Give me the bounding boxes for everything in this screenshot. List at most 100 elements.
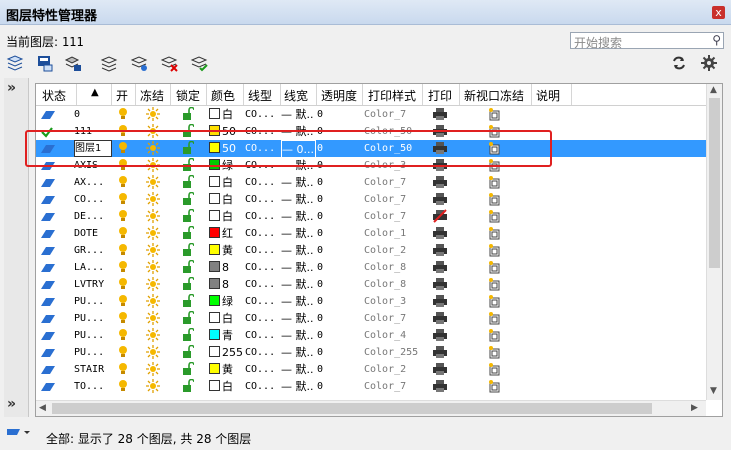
linetype[interactable]: CO... [245, 276, 278, 293]
layer-color[interactable]: 黄 [209, 242, 243, 259]
layer-row[interactable]: LA... 8 CO... — 默... 0 Color_8 [36, 259, 706, 276]
sun-thaw-icon[interactable] [146, 175, 160, 192]
set-current-icon[interactable] [188, 52, 210, 74]
new-vp-freeze-icon[interactable] [488, 328, 502, 345]
printer-icon[interactable] [432, 192, 448, 209]
close-button[interactable]: x [712, 6, 725, 19]
sun-thaw-icon[interactable] [146, 192, 160, 209]
printer-icon[interactable] [432, 362, 448, 379]
layer-states-manager-icon[interactable] [62, 52, 84, 74]
new-vp-freeze-icon[interactable] [488, 260, 502, 277]
sun-thaw-icon[interactable] [146, 328, 160, 345]
plot-style[interactable]: Color_7 [364, 208, 421, 225]
scroll-right-arrow-icon[interactable]: ▶ [691, 403, 698, 413]
layer-name[interactable]: DE... [74, 208, 110, 225]
transparency[interactable]: 0 [317, 208, 357, 225]
layer-name[interactable]: STAIR [74, 361, 110, 378]
plot-style[interactable]: Color_8 [364, 276, 421, 293]
layer-status-icon[interactable] [40, 380, 56, 397]
layer-name[interactable]: PU... [74, 344, 110, 361]
printer-icon[interactable] [432, 243, 448, 260]
bulb-on-icon[interactable] [118, 107, 128, 124]
sun-thaw-icon[interactable] [146, 226, 160, 243]
layer-color[interactable]: 255 [209, 344, 243, 361]
layer-color[interactable]: 青 [209, 327, 243, 344]
unlock-icon[interactable] [182, 311, 194, 328]
lineweight[interactable]: — 默... [281, 208, 314, 225]
new-vp-freeze-icon[interactable] [488, 192, 502, 209]
linetype[interactable]: CO... [245, 174, 278, 191]
plot-style[interactable]: Color_4 [364, 327, 421, 344]
lineweight[interactable]: — 默... [281, 344, 314, 361]
lineweight[interactable]: — 默... [281, 225, 314, 242]
filter-dropdown-icon[interactable] [6, 426, 32, 443]
bulb-on-icon[interactable] [118, 294, 128, 311]
sun-thaw-icon[interactable] [146, 277, 160, 294]
layer-color[interactable]: 8 [209, 276, 243, 293]
layer-row[interactable]: STAIR 黄 CO... — 默... 0 Color_2 [36, 361, 706, 378]
unlock-icon[interactable] [182, 328, 194, 345]
collapse-filter-toggle[interactable]: » [7, 396, 16, 412]
plot-style[interactable]: Color_2 [364, 242, 421, 259]
layer-name[interactable]: LVTRY [74, 276, 110, 293]
new-vp-freeze-icon[interactable] [488, 311, 502, 328]
layer-name[interactable]: CO... [74, 191, 110, 208]
bulb-on-icon[interactable] [118, 277, 128, 294]
layer-color[interactable]: 白 [209, 208, 243, 225]
layer-row[interactable]: PU... 绿 CO... — 默... 0 Color_3 [36, 293, 706, 310]
search-input[interactable]: 开始搜索 ⚲ [570, 32, 724, 50]
plot-style[interactable]: Color_7 [364, 310, 421, 327]
transparency[interactable]: 0 [317, 259, 357, 276]
bulb-on-icon[interactable] [118, 226, 128, 243]
plot-style[interactable]: Color_7 [364, 106, 421, 123]
sort-arrow-icon[interactable]: ▲ [91, 87, 99, 98]
col-color[interactable]: 颜色 [211, 87, 235, 104]
layer-color[interactable]: 8 [209, 259, 243, 276]
transparency[interactable]: 0 [317, 276, 357, 293]
settings-gear-icon[interactable] [698, 52, 720, 74]
col-vp-freeze[interactable]: 新视口冻结 [464, 87, 524, 104]
layer-name[interactable]: AX... [74, 174, 110, 191]
lineweight[interactable]: — 默... [281, 259, 314, 276]
transparency[interactable]: 0 [317, 191, 357, 208]
layer-row[interactable]: CO... 白 CO... — 默... 0 Color_7 [36, 191, 706, 208]
bulb-on-icon[interactable] [118, 379, 128, 396]
transparency[interactable]: 0 [317, 361, 357, 378]
search-icon[interactable]: ⚲ [712, 33, 721, 47]
layer-row[interactable]: LVTRY 8 CO... — 默... 0 Color_8 [36, 276, 706, 293]
scroll-left-arrow-icon[interactable]: ◀ [39, 403, 46, 413]
layer-name[interactable]: 0 [74, 106, 110, 123]
new-vp-freeze-icon[interactable] [488, 209, 502, 226]
col-plot-style[interactable]: 打印样式 [368, 87, 416, 104]
new-vp-freeze-icon[interactable] [488, 345, 502, 362]
bulb-on-icon[interactable] [118, 209, 128, 226]
col-linetype[interactable]: 线型 [248, 87, 272, 104]
new-property-filter-icon[interactable] [4, 52, 26, 74]
col-lineweight[interactable]: 线宽 [284, 87, 308, 104]
plot-style[interactable]: Color_255 [364, 344, 421, 361]
plot-style[interactable]: Color_7 [364, 378, 421, 395]
layer-row[interactable]: GR... 黄 CO... — 默... 0 Color_2 [36, 242, 706, 259]
linetype[interactable]: CO... [245, 208, 278, 225]
plot-style[interactable]: Color_2 [364, 361, 421, 378]
lineweight[interactable]: — 默... [281, 174, 314, 191]
transparency[interactable]: 0 [317, 293, 357, 310]
new-vp-freeze-icon[interactable] [488, 175, 502, 192]
lineweight[interactable]: — 默... [281, 310, 314, 327]
plot-style[interactable]: Color_1 [364, 225, 421, 242]
layer-color[interactable]: 白 [209, 191, 243, 208]
sun-thaw-icon[interactable] [146, 260, 160, 277]
bulb-on-icon[interactable] [118, 328, 128, 345]
transparency[interactable]: 0 [317, 310, 357, 327]
printer-icon[interactable] [432, 226, 448, 243]
col-status[interactable]: 状态 [42, 87, 66, 104]
layer-color[interactable]: 绿 [209, 293, 243, 310]
sun-thaw-icon[interactable] [146, 345, 160, 362]
layer-color[interactable]: 白 [209, 106, 243, 123]
transparency[interactable]: 0 [317, 344, 357, 361]
vertical-scrollbar[interactable]: ▲ ▼ [706, 84, 722, 400]
col-transparency[interactable]: 透明度 [321, 87, 357, 104]
printer-icon[interactable] [432, 294, 448, 311]
layer-row[interactable]: PU... 青 CO... — 默... 0 Color_4 [36, 327, 706, 344]
linetype[interactable]: CO... [245, 378, 278, 395]
